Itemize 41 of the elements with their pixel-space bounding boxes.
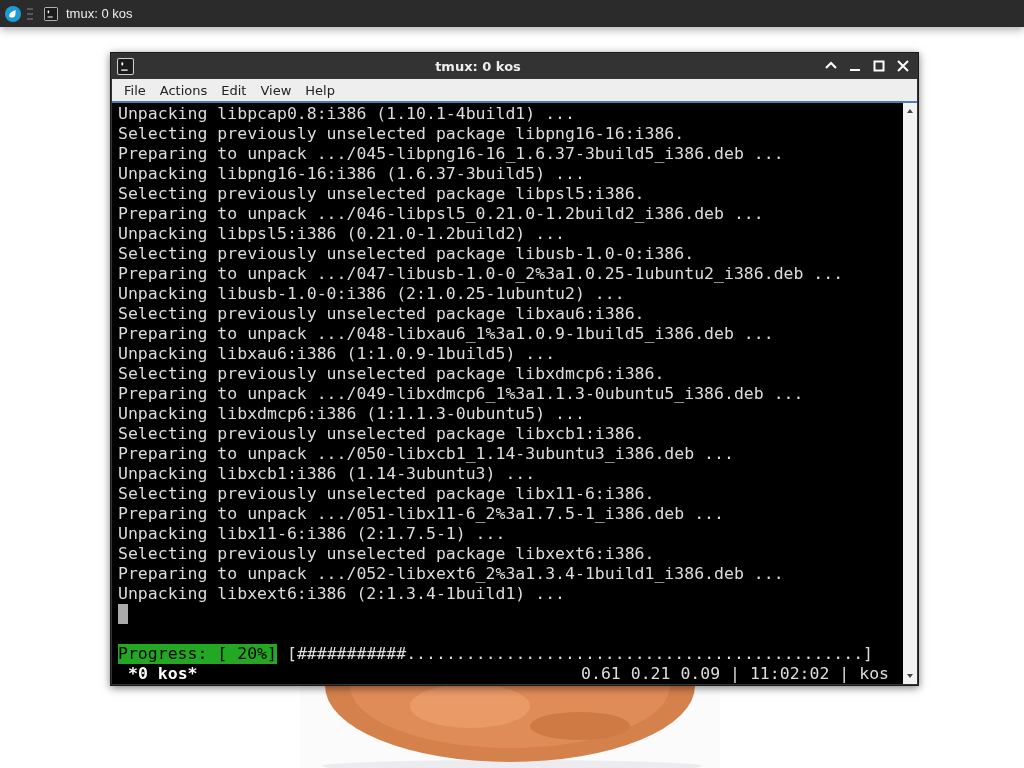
terminal-line: Preparing to unpack .../047-libusb-1.0-0_2%3a1.0.25-1ubuntu2_i386.deb ... (118, 264, 845, 284)
progress-label: Progress: [ 20%] (118, 644, 277, 664)
terminal-line: Unpacking libxext6:i386 (2:1.3.4-1build1) ... (118, 584, 567, 604)
terminal-line: Selecting previously unselected package libxdmcp6:i386. (118, 364, 666, 384)
terminal-line: Preparing to unpack .../048-libxau6_1%3a1.0.9-1build5_i386.deb ... (118, 324, 775, 344)
terminal-line: Selecting previously unselected package libpsl5:i386. (118, 184, 646, 204)
tmux-status-info: 0.61 0.21 0.09 | 11:02:02 | kos (581, 664, 889, 684)
window-title: tmux: 0 kos (434, 58, 522, 74)
terminal-line: Unpacking libpsl5:i386 (0.21.0-1.2build2) ... (118, 224, 567, 244)
terminal-line: Unpacking libusb-1.0-0:i386 (2:1.0.25-1ubuntu2) ... (118, 284, 626, 304)
terminal-line: Selecting previously unselected package libxext6:i386. (118, 544, 656, 564)
terminal-icon (44, 6, 58, 21)
terminal-line: Unpacking libpcap0.8:i386 (1.10.1-4build1) ... (118, 104, 576, 124)
terminal-line: Selecting previously unselected package libxcb1:i386. (118, 424, 646, 444)
menu-item[interactable]: Edit (215, 80, 253, 100)
progress-bar-text: [###########..............................................] (286, 644, 874, 664)
terminal-line: Preparing to unpack .../046-libpsl5_0.21.0-1.2build2_i386.deb ... (118, 204, 765, 224)
terminal-line: Unpacking libx11-6:i386 (2:1.7.5-1) ... (118, 524, 507, 544)
terminal-line: Selecting previously unselected package libxau6:i386. (118, 304, 646, 324)
cursor (118, 604, 128, 624)
menu-item[interactable]: Actions (153, 80, 214, 100)
terminal-line: Preparing to unpack .../051-libx11-6_2%3a1.7.5-1_i386.deb ... (118, 504, 725, 524)
menu-item[interactable]: File (118, 80, 152, 100)
menu-item[interactable]: View (254, 80, 298, 100)
terminal-line: Unpacking libxdmcp6:i386 (1:1.1.3-0ubuntu5) ... (118, 404, 586, 424)
terminal-line: Selecting previously unselected package libpng16-16:i386. (118, 124, 686, 144)
terminal-line: Unpacking libpng16-16:i386 (1.6.37-3build5) ... (118, 164, 586, 184)
terminal-line: Unpacking libxau6:i386 (1:1.0.9-1build5) ... (118, 344, 557, 364)
terminal-line: Preparing to unpack .../045-libpng16-16_1.6.37-3build5_i386.deb ... (118, 144, 785, 164)
terminal-line: Preparing to unpack .../049-libxdmcp6_1%3a1.1.3-0ubuntu5_i386.deb ... (118, 384, 805, 404)
scrollbar[interactable] (903, 103, 917, 684)
terminal-line: Selecting previously unselected package libusb-1.0-0:i386. (118, 244, 696, 264)
terminal-line: Preparing to unpack .../050-libxcb1_1.14-3ubuntu3_i386.deb ... (118, 444, 735, 464)
terminal-line: Unpacking libxcb1:i386 (1.14-3ubuntu3) ... (118, 464, 537, 484)
grip-icon (27, 7, 33, 20)
terminal-icon (117, 57, 134, 75)
tmux-window-name: *0 kos* (128, 664, 198, 684)
terminal-line: Selecting previously unselected package libx11-6:i386. (118, 484, 656, 504)
menu-item[interactable]: Help (299, 80, 341, 100)
terminal-line: Preparing to unpack .../052-libxext6_2%3a1.3.4-1build1_i386.deb ... (118, 564, 785, 584)
app-menu-icon[interactable] (5, 5, 21, 22)
